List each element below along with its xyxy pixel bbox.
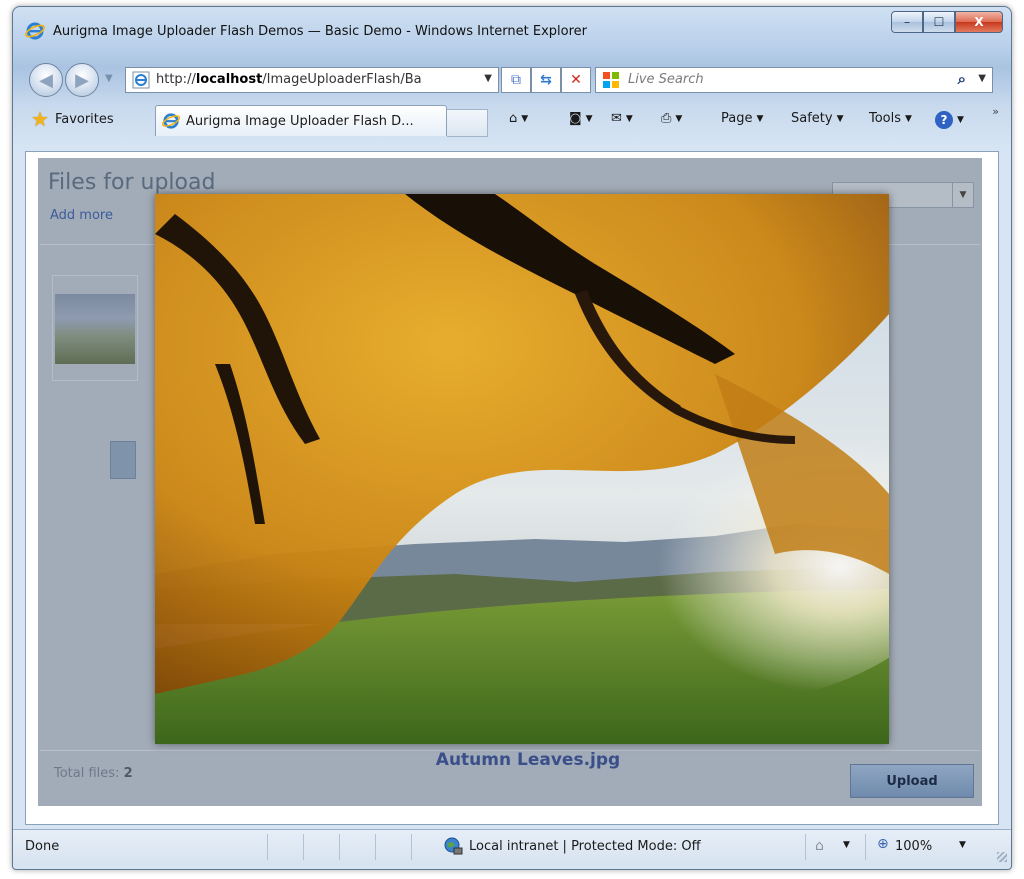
search-field[interactable]: Live Search ⌕ ▼ [595, 67, 993, 93]
compatibility-icon: ⧉ [511, 72, 521, 88]
address-row: ◀ ▶ ▼ http://localhost/ImageUploaderFlas… [13, 59, 1011, 97]
security-icon[interactable]: ⌂ [815, 838, 824, 854]
file-thumbnail [55, 294, 135, 364]
status-bar: Done Local intranet | Protected Mode: Of… [13, 829, 1011, 866]
print-button[interactable]: ⎙ ▼ [661, 111, 682, 126]
new-tab-button[interactable] [447, 109, 488, 137]
close-button[interactable]: X [955, 11, 1003, 33]
browser-window: Aurigma Image Uploader Flash Demos — Bas… [12, 6, 1012, 870]
home-icon: ⌂ [509, 111, 518, 126]
zoom-icon[interactable]: ⊕ [877, 836, 889, 852]
preview-caption: Autumn Leaves.jpg [435, 750, 621, 770]
add-more-link[interactable]: Add more [50, 208, 113, 223]
status-divider [375, 834, 376, 860]
total-files: Total files: 2 [54, 766, 133, 781]
more-commands-chevron[interactable]: » [992, 105, 999, 118]
refresh-button[interactable]: ⇆ [531, 67, 561, 93]
home-button[interactable]: ⌂ ▼ [509, 111, 528, 126]
file-tile[interactable] [52, 275, 138, 381]
tools-menu[interactable]: Tools ▼ [869, 111, 912, 126]
status-text: Done [25, 839, 60, 854]
uploader-title: Files for upload [48, 170, 216, 195]
window-title: Aurigma Image Uploader Flash Demos — Bas… [53, 24, 588, 39]
search-placeholder: Live Search [628, 72, 704, 87]
maximize-button[interactable]: ☐ [923, 11, 955, 33]
page-menu[interactable]: Page ▼ [721, 111, 763, 126]
stop-button[interactable]: ✕ [561, 67, 591, 93]
status-divider [865, 834, 866, 860]
status-divider [805, 834, 806, 860]
forward-button[interactable]: ▶ [65, 63, 99, 97]
page-viewport: Files for upload Add more ▼ Total files:… [25, 151, 999, 825]
stop-icon: ✕ [570, 72, 582, 88]
zoom-dropdown[interactable]: ▼ [959, 840, 966, 850]
address-url: http://localhost/ImageUploaderFlash/Ba [156, 72, 422, 87]
image-preview[interactable] [155, 194, 889, 744]
resize-grip[interactable] [997, 852, 1007, 862]
ie-icon [25, 22, 45, 40]
refresh-icon: ⇆ [540, 72, 552, 88]
safety-menu[interactable]: Safety ▼ [791, 111, 844, 126]
back-button[interactable]: ◀ [29, 63, 63, 97]
autumn-leaves-photo [155, 194, 889, 744]
zoom-level[interactable]: 100% [895, 839, 932, 854]
search-icon[interactable]: ⌕ [958, 70, 966, 88]
tab-title: Aurigma Image Uploader Flash D... [186, 113, 414, 129]
help-button[interactable]: ? ▼ [935, 111, 964, 129]
intranet-globe-icon [444, 837, 463, 855]
status-divider [267, 834, 268, 860]
security-zone[interactable]: Local intranet | Protected Mode: Off [469, 839, 701, 854]
chevron-down-icon: ▼ [952, 183, 973, 207]
command-bar: ★ Favorites Aurigma Image Uploader Flash… [13, 103, 1011, 137]
uploader-panel: Files for upload Add more ▼ Total files:… [38, 158, 982, 806]
status-divider [303, 834, 304, 860]
security-dropdown[interactable]: ▼ [843, 840, 850, 850]
mail-icon: ✉ [611, 111, 622, 126]
ie-icon [162, 113, 180, 129]
address-field[interactable]: http://localhost/ImageUploaderFlash/Ba ▼ [125, 67, 499, 93]
print-icon: ⎙ [661, 111, 672, 126]
forward-icon: ▶ [75, 69, 89, 91]
favorites-star-icon: ★ [31, 107, 49, 131]
live-search-icon [603, 72, 619, 88]
tab-current[interactable]: Aurigma Image Uploader Flash D... [155, 105, 447, 136]
address-dropdown[interactable]: ▼ [484, 73, 492, 84]
back-icon: ◀ [39, 69, 53, 91]
compatibility-button[interactable]: ⧉ [501, 67, 531, 93]
tile-action-button[interactable] [110, 441, 136, 479]
upload-button[interactable]: Upload [850, 764, 974, 798]
help-icon: ? [935, 111, 953, 129]
window-controls: – ☐ X [891, 11, 1003, 33]
feeds-button[interactable]: ◙ ▼ [569, 111, 593, 126]
favorites-button[interactable]: ★ Favorites [23, 106, 122, 132]
recent-pages-dropdown[interactable]: ▼ [105, 73, 113, 84]
minimize-button[interactable]: – [891, 11, 923, 33]
status-divider [411, 834, 412, 860]
mail-button[interactable]: ✉ ▼ [611, 111, 633, 126]
status-divider [339, 834, 340, 860]
page-icon [132, 71, 150, 89]
search-options-dropdown[interactable]: ▼ [978, 73, 986, 84]
title-bar[interactable]: Aurigma Image Uploader Flash Demos — Bas… [13, 7, 1011, 55]
feeds-icon: ◙ [569, 111, 582, 126]
